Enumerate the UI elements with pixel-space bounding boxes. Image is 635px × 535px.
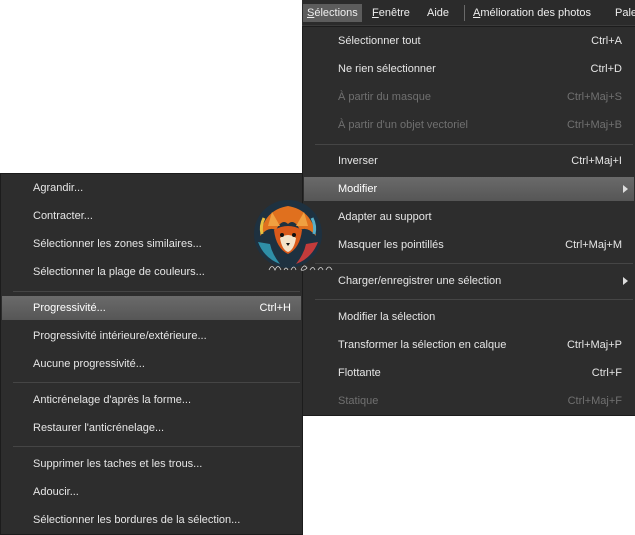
submenu-item-shape-antialias[interactable]: Anticrénelage d'après la forme... bbox=[2, 388, 301, 412]
menu-aide[interactable]: Aide bbox=[423, 4, 453, 22]
submenu-item-unfeather[interactable]: Aucune progressivité... bbox=[2, 352, 301, 376]
submenu-item-select-borders[interactable]: Sélectionner les bordures de la sélectio… bbox=[2, 508, 301, 532]
submenu-item-recover-antialias[interactable]: Restaurer l'anticrénelage... bbox=[2, 416, 301, 440]
menu-separator bbox=[13, 446, 300, 447]
menu-separator bbox=[13, 382, 300, 383]
menu-item-float[interactable]: Flottante Ctrl+F bbox=[304, 361, 634, 385]
selections-menu: Sélectionner tout Ctrl+A Ne rien sélectio… bbox=[302, 26, 635, 416]
menu-item-from-mask: À partir du masque Ctrl+Maj+S bbox=[338, 91, 622, 103]
menu-amelioration-photos[interactable]: Amélioration des photos bbox=[469, 4, 595, 22]
menu-item-promote-to-layer[interactable]: Transformer la sélection en calque Ctrl+M… bbox=[304, 333, 634, 357]
menu-item-select-all[interactable]: Sélectionner tout Ctrl+A bbox=[304, 29, 634, 53]
menu-item-defloat: Statique Ctrl+Maj+F bbox=[338, 395, 622, 407]
signature-glyph bbox=[268, 265, 333, 272]
menu-item-edit-selection[interactable]: Modifier la sélection bbox=[304, 305, 634, 329]
menu-bar-separator bbox=[464, 5, 465, 21]
menu-fenetre[interactable]: Fenêtre bbox=[368, 4, 414, 22]
submenu-arrow-icon bbox=[623, 185, 628, 193]
menu-item-load-save-selection[interactable]: Charger/enregistrer une sélection bbox=[304, 269, 634, 293]
submenu-item-feather[interactable]: Progressivité... Ctrl+H bbox=[2, 296, 301, 320]
menu-separator bbox=[13, 291, 300, 292]
menu-item-invert[interactable]: Inverser Ctrl+Maj+I bbox=[304, 149, 634, 173]
menu-separator bbox=[315, 144, 633, 145]
menu-item-select-none[interactable]: Ne rien sélectionner Ctrl+D bbox=[304, 57, 634, 81]
menu-item-from-vector: À partir d'un objet vectoriel Ctrl+Maj+B bbox=[338, 119, 622, 131]
submenu-item-smooth[interactable]: Adoucir... bbox=[2, 480, 301, 504]
watermark-signature bbox=[268, 262, 336, 274]
menu-selections[interactable]: Sélections bbox=[303, 4, 362, 22]
menu-separator bbox=[315, 263, 633, 264]
menu-item-modify[interactable]: Modifier bbox=[304, 177, 634, 201]
menu-item-hide-marquee[interactable]: Masquer les pointillés Ctrl+Maj+M bbox=[304, 233, 634, 257]
submenu-item-remove-specks-holes[interactable]: Supprimer les taches et les trous... bbox=[2, 452, 301, 476]
menu-item-fit-canvas[interactable]: Adapter au support bbox=[304, 205, 634, 229]
menu-bar: Sélections Fenêtre Aide Amélioration des… bbox=[302, 0, 635, 26]
menu-palettes[interactable]: Pale bbox=[611, 4, 635, 22]
fox-logo-icon bbox=[254, 200, 322, 268]
submenu-item-inside-outside-feather[interactable]: Progressivité intérieure/extérieure... bbox=[2, 324, 301, 348]
submenu-arrow-icon bbox=[623, 277, 628, 285]
menu-separator bbox=[315, 299, 633, 300]
